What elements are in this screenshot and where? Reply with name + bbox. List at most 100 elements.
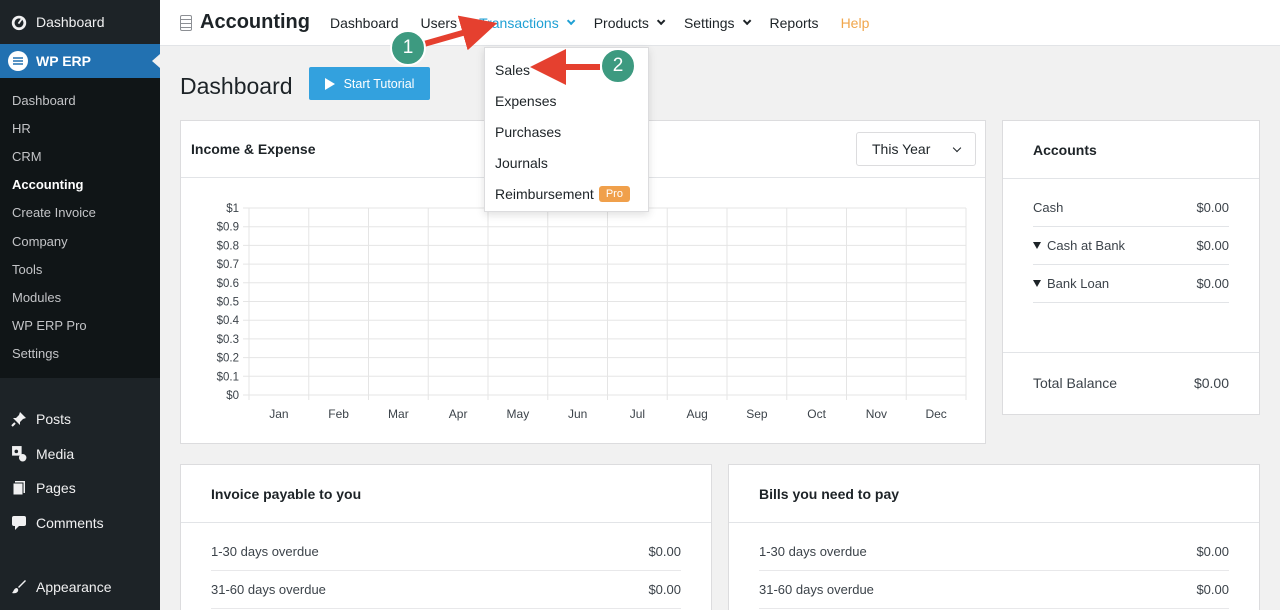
submenu-item-dashboard[interactable]: Dashboard [0, 86, 160, 114]
nav-label: Products [593, 14, 649, 31]
y-tick-label: $0.6 [217, 278, 239, 290]
nav-label: Transactions [479, 14, 559, 31]
nav-label: Reports [769, 14, 819, 31]
overdue-value: $0.00 [1196, 582, 1229, 597]
account-name: Bank Loan [1047, 276, 1110, 291]
account-name: Cash at Bank [1047, 238, 1126, 253]
dropdown-item-label: Sales [495, 61, 531, 78]
sidebar-item-label: Posts [36, 411, 72, 428]
x-tick-label: Dec [925, 407, 946, 421]
account-name: Cash [1033, 200, 1064, 215]
sidebar-item-posts[interactable]: Posts [0, 402, 160, 437]
nav-dashboard[interactable]: Dashboard [330, 15, 399, 31]
nav-users[interactable]: Users [421, 15, 458, 31]
submenu-item-wp-erp-pro[interactable]: WP ERP Pro [0, 312, 160, 340]
divider [729, 522, 1259, 523]
submenu-item-company[interactable]: Company [0, 227, 160, 255]
sidebar-item-label: Pages [36, 480, 76, 497]
start-tutorial-label: Start Tutorial [343, 76, 415, 91]
panel-title: Income & Expense [191, 141, 316, 157]
x-tick-label: Aug [686, 407, 707, 421]
sidebar-item-pages[interactable]: Pages [0, 471, 160, 506]
bills-to-pay-panel: Bills you need to pay 1-30 days overdue $… [728, 464, 1260, 610]
divider [181, 522, 711, 523]
chevron-down-icon [952, 143, 962, 153]
step-2-badge: 2 [600, 48, 636, 84]
dropdown-item-journals[interactable]: Journals [485, 147, 648, 178]
chevron-down-icon [566, 16, 576, 25]
sidebar-submenu: Dashboard HR CRM Accounting Create Invoice Co… [0, 78, 160, 378]
panel-title: Bills you need to pay [759, 486, 900, 502]
account-row[interactable]: Cash at Bank $0.00 [1033, 227, 1229, 265]
submenu-item-modules[interactable]: Modules [0, 283, 160, 311]
divider [1003, 178, 1259, 179]
nav-settings[interactable]: Settings [684, 15, 751, 31]
play-icon [324, 77, 335, 90]
submenu-item-accounting[interactable]: Accounting [0, 171, 160, 199]
y-tick-label: $0 [226, 390, 239, 402]
media-icon [10, 445, 28, 462]
nav-label: Help [840, 14, 870, 31]
panel-title: Accounts [1033, 142, 1097, 158]
submenu-item-crm[interactable]: CRM [0, 142, 160, 170]
sidebar-item-label: Appearance [36, 579, 112, 596]
nav-transactions[interactable]: Transactions [479, 14, 576, 31]
x-tick-label: Jan [269, 407, 288, 421]
dropdown-item-label: Journals [495, 154, 548, 171]
y-tick-label: $0.9 [217, 222, 239, 234]
y-tick-label: $0.5 [217, 297, 239, 309]
sidebar-item-wp-erp[interactable]: WP ERP [0, 44, 160, 78]
dropdown-item-label: Reimbursement [495, 185, 594, 202]
dropdown-item-purchases[interactable]: Purchases [485, 116, 648, 147]
y-tick-label: $0.7 [217, 259, 239, 271]
x-tick-label: Apr [449, 407, 468, 421]
calculator-icon [180, 14, 192, 31]
sidebar-item-label: Dashboard [36, 14, 105, 30]
module-top-nav: Accounting Dashboard Users Transactions Pro… [160, 0, 1280, 46]
y-tick-label: $0.3 [217, 334, 239, 346]
account-name-wrap: Cash [1033, 200, 1063, 215]
account-row[interactable]: Bank Loan $0.00 [1033, 265, 1229, 303]
x-tick-label: Jun [568, 407, 587, 421]
chevron-down-icon [742, 16, 751, 25]
admin-sidebar: Dashboard WP ERP Dashboard HR CRM Accountin… [0, 0, 160, 610]
sidebar-item-comments[interactable]: Comments [0, 505, 160, 540]
submenu-item-create-invoice[interactable]: Create Invoice [0, 199, 160, 227]
nav-products[interactable]: Products [593, 14, 666, 31]
expand-triangle-icon[interactable] [1033, 280, 1041, 287]
submenu-item-hr[interactable]: HR [0, 114, 160, 142]
sidebar-menu: Posts Media Pages Comments Appearance [0, 378, 160, 605]
y-tick-label: $0.4 [217, 315, 240, 327]
y-tick-label: $0.1 [217, 371, 239, 383]
dropdown-item-expenses[interactable]: Expenses [485, 85, 648, 116]
x-tick-label: Oct [807, 407, 826, 421]
nav-help[interactable]: Help [841, 15, 870, 31]
wp-erp-logo-icon [8, 51, 28, 71]
dropdown-item-reimbursement[interactable]: Reimbursement Pro [485, 178, 648, 209]
nav-reports[interactable]: Reports [770, 15, 819, 31]
pages-icon [10, 480, 28, 496]
nav-label: Dashboard [330, 14, 399, 31]
module-title: Accounting [200, 11, 310, 33]
submenu-item-tools[interactable]: Tools [0, 255, 160, 283]
overdue-label: 31-60 days overdue [759, 582, 874, 597]
sidebar-item-dashboard[interactable]: Dashboard [0, 0, 160, 44]
sidebar-item-appearance[interactable]: Appearance [0, 570, 160, 605]
overdue-label: 1-30 days overdue [759, 544, 867, 559]
period-select[interactable]: This Year [856, 132, 976, 166]
nav-menu: Dashboard Users Transactions Products Settin… [330, 15, 891, 31]
x-tick-label: May [507, 407, 530, 421]
overdue-row: 31-60 days overdue $0.00 [759, 571, 1229, 609]
accounts-panel: Accounts Cash $0.00 Cash at Bank $0.00 Bank … [1002, 120, 1260, 415]
nav-label: Users [420, 14, 458, 31]
y-tick-label: $1 [226, 203, 239, 215]
x-tick-label: Mar [388, 407, 409, 421]
submenu-item-settings[interactable]: Settings [0, 340, 160, 368]
x-tick-label: Feb [328, 407, 349, 421]
total-balance-value: $0.00 [1193, 375, 1229, 391]
sidebar-item-media[interactable]: Media [0, 436, 160, 471]
expand-triangle-icon[interactable] [1033, 242, 1041, 249]
start-tutorial-button[interactable]: Start Tutorial [309, 67, 430, 100]
overdue-value: $0.00 [648, 582, 681, 597]
x-tick-label: Jul [630, 407, 645, 421]
